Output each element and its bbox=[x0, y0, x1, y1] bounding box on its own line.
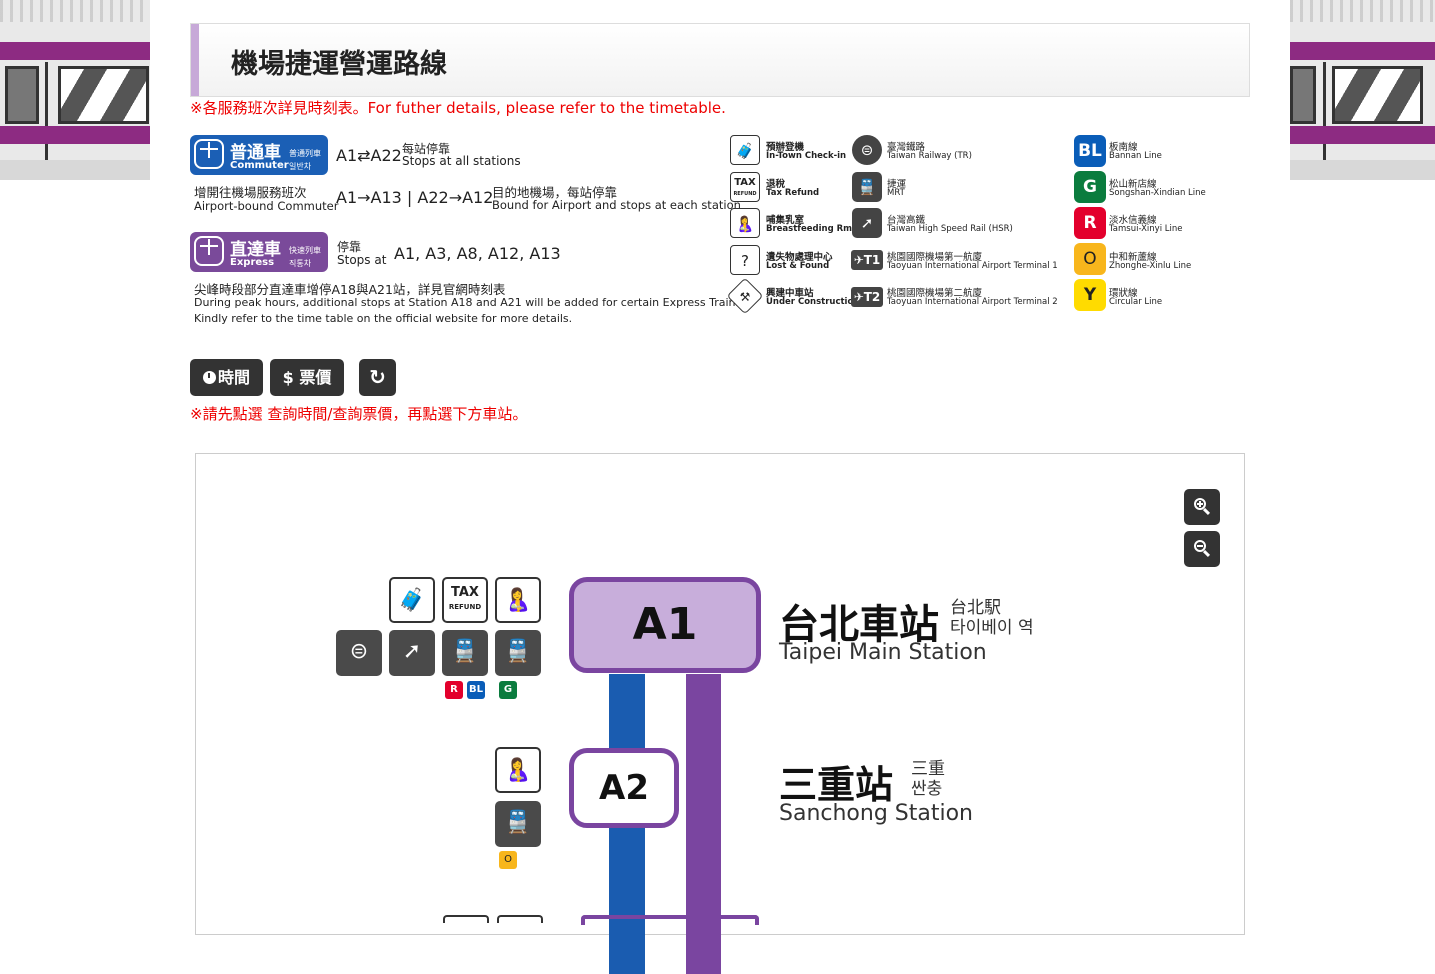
peak-note-en-1: During peak hours, additional stops at S… bbox=[194, 296, 745, 309]
tr-icon: ⊜ bbox=[336, 630, 382, 676]
lost-found-icon: ? bbox=[730, 245, 760, 275]
terminal-2-icon: ✈T2 bbox=[851, 287, 883, 307]
station-a1[interactable]: A1 bbox=[569, 577, 761, 673]
station-a2-name-en: Sanchong Station bbox=[779, 801, 974, 826]
reset-button[interactable]: ↻ bbox=[359, 359, 396, 396]
line-g-icon: G bbox=[1074, 171, 1106, 203]
hsr-icon: ➚ bbox=[852, 208, 882, 238]
station-a2-name-kr: 싼충 bbox=[911, 779, 943, 799]
station-a1-name-jp: 台北駅 bbox=[950, 598, 1001, 618]
station-a1-name-en: Taipei Main Station bbox=[779, 640, 987, 665]
breastfeeding-icon: 🤱 bbox=[730, 208, 760, 238]
station-a3-top bbox=[581, 915, 759, 925]
next-station-icon bbox=[443, 915, 489, 923]
terminal-1-icon: ✈T1 bbox=[851, 250, 883, 270]
click-instruction-note: ※請先點選 查詢時間/查詢票價，再點選下方車站。 bbox=[190, 405, 528, 423]
express-stops-en: Stops at bbox=[337, 253, 387, 267]
route-map[interactable]: 🧳 TAX REFUND 🤱 ⊜ ➚ 🚆 🚆 R BL G A1 台北車站 台北駅… bbox=[195, 453, 1245, 974]
breastfeeding-icon: 🤱 bbox=[495, 577, 541, 623]
refresh-icon: ↻ bbox=[369, 365, 386, 389]
line-o-icon: O bbox=[1074, 243, 1106, 275]
zoom-out-button[interactable] bbox=[1184, 531, 1220, 567]
check-in-icon: 🧳 bbox=[389, 577, 435, 623]
zoom-in-button[interactable] bbox=[1184, 489, 1220, 525]
express-line-track bbox=[686, 674, 721, 974]
next-station-icon bbox=[497, 915, 543, 923]
airport-commuter-range: A1→A13 | A22→A12 bbox=[336, 188, 494, 207]
line-o-badge: O bbox=[499, 851, 517, 869]
background-train-right bbox=[1290, 0, 1435, 180]
airport-commuter-desc-en: Bound for Airport and stops at each stat… bbox=[492, 198, 741, 212]
station-a2[interactable]: A2 bbox=[569, 748, 679, 828]
express-badge: 直達車 Express 快速列車 직통차 bbox=[190, 232, 328, 272]
line-g-badge: G bbox=[499, 681, 517, 699]
fare-button[interactable]: $ 票價 bbox=[270, 359, 344, 396]
station-a2-name-jp: 三重 bbox=[911, 759, 945, 779]
line-r-badge: R bbox=[445, 681, 463, 699]
line-bl-badge: BL bbox=[467, 681, 485, 699]
line-r-icon: R bbox=[1074, 207, 1106, 239]
clock-icon bbox=[202, 371, 216, 384]
tax-refund-icon: TAX REFUND bbox=[730, 172, 760, 202]
page-header: 機場捷運營運路線 bbox=[190, 23, 1250, 97]
page-title: 機場捷運營運路線 bbox=[231, 49, 447, 80]
hsr-icon: ➚ bbox=[389, 630, 435, 676]
main-content: 機場捷運營運路線 ※各服務班次詳見時刻表。For futher details,… bbox=[150, 0, 1290, 974]
line-y-icon: Y bbox=[1074, 279, 1106, 311]
mrt-icon: 🚆 bbox=[495, 801, 541, 847]
line-bl-icon: BL bbox=[1074, 135, 1106, 167]
train-icon bbox=[194, 139, 224, 169]
dollar-icon: $ bbox=[282, 368, 294, 387]
peak-note-en-2: Kindly refer to the time table on the of… bbox=[194, 312, 573, 325]
breastfeeding-icon: 🤱 bbox=[495, 747, 541, 793]
check-in-icon: 🧳 bbox=[730, 135, 760, 165]
station-a1-name-kr: 타이베이 역 bbox=[950, 618, 1034, 638]
timetable-note: ※各服務班次詳見時刻表。For futher details, please r… bbox=[190, 99, 726, 117]
tax-refund-icon: TAX REFUND bbox=[442, 577, 488, 623]
time-button[interactable]: 時間 bbox=[190, 359, 263, 396]
commuter-range: A1⇄A22 bbox=[336, 146, 402, 165]
tr-icon: ⊜ bbox=[852, 135, 882, 165]
mrt-icon: 🚆 bbox=[442, 630, 488, 676]
mrt-icon: 🚆 bbox=[495, 630, 541, 676]
commuter-badge: 普通車 Commuter 普通列車 일반차 bbox=[190, 135, 328, 175]
airport-commuter-en: Airport-bound Commuter bbox=[194, 199, 339, 213]
background-train-left bbox=[0, 0, 150, 180]
mrt-icon: 🚆 bbox=[852, 172, 882, 202]
train-icon bbox=[194, 236, 224, 266]
commuter-range-en: Stops at all stations bbox=[402, 154, 521, 168]
express-stops: A1, A3, A8, A12, A13 bbox=[394, 244, 561, 263]
